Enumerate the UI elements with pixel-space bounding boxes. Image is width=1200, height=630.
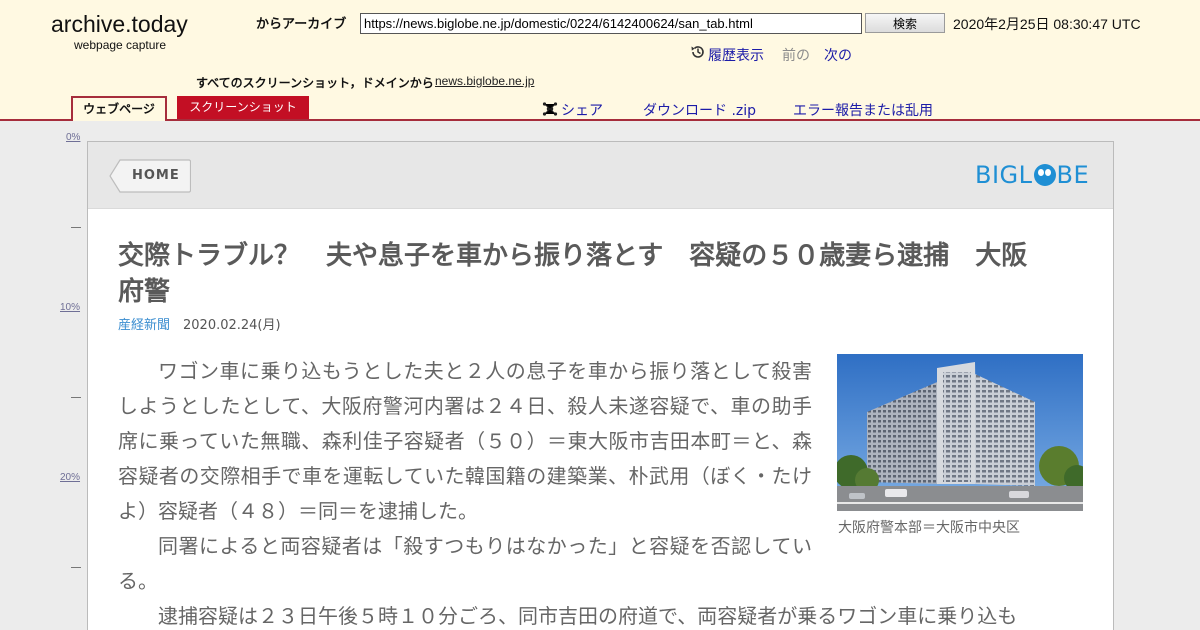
article-date: 2020.02.24(月) xyxy=(183,318,281,333)
report-abuse-link[interactable]: エラー報告または乱用 xyxy=(793,100,933,120)
ruler-label-0[interactable]: 0% xyxy=(66,132,80,143)
ruler-label-10[interactable]: 10% xyxy=(60,302,80,313)
ruler-tick xyxy=(71,567,81,568)
article-title: 交際トラブル？ 夫や息子を車から振り落とす 容疑の５０歳妻ら逮捕 大阪府警 xyxy=(118,241,1028,307)
article-source-link[interactable]: 産経新聞 xyxy=(118,314,170,333)
archive-header: archive.today webpage capture からアーカイブ 検索… xyxy=(0,0,1200,121)
capture-datetime: 2020年2月25日 08:30:47 UTC xyxy=(953,16,1141,32)
all-screenshots-label: すべてのスクリーンショット，ドメインから xyxy=(196,76,434,90)
share-icon[interactable] xyxy=(542,101,558,117)
biglobe-logo[interactable]: BIGL BE xyxy=(975,161,1089,189)
history-icon[interactable] xyxy=(690,44,706,60)
photo-caption: 大阪府警本部＝大阪市中央区 xyxy=(838,520,1020,536)
search-button[interactable]: 検索 xyxy=(865,13,945,33)
archive-logo[interactable]: archive.today xyxy=(51,11,188,38)
biglobe-logo-text-right: BE xyxy=(1056,161,1090,189)
download-zip-link[interactable]: ダウンロード .zip xyxy=(643,100,756,120)
archive-from-label: からアーカイブ xyxy=(256,17,347,32)
article-photo[interactable] xyxy=(837,354,1083,511)
article-paragraph: 同署によると両容疑者は「殺すつもりはなかった」と容疑を否認している。 xyxy=(118,534,812,593)
biglobe-logo-text-left: BIGL xyxy=(975,161,1033,189)
site-header: HOME BIGL BE xyxy=(88,142,1113,209)
archive-logo-subtitle: webpage capture xyxy=(74,38,167,52)
prev-capture-label: 前の xyxy=(782,48,810,64)
url-input[interactable] xyxy=(360,13,862,34)
ruler-tick xyxy=(71,397,81,398)
ruler-tick xyxy=(71,227,81,228)
biglobe-mascot-icon xyxy=(1033,164,1056,186)
home-label: HOME xyxy=(132,168,180,183)
next-capture-link[interactable]: 次の xyxy=(824,45,852,65)
archived-page: HOME BIGL BE 交際トラブル？ 夫や息子を車から振り落とす 容疑の５０歳… xyxy=(87,141,1114,630)
article-body: ワゴン車に乗り込もうとした夫と２人の息子を車から振り落として殺害しようとしたとし… xyxy=(118,354,1017,630)
tab-screenshot[interactable]: スクリーンショット xyxy=(177,96,309,119)
history-link[interactable]: 履歴表示 xyxy=(708,45,764,65)
article-paragraph: ワゴン車に乗り込もうとした夫と２人の息子を車から振り落として殺害しようとしたとし… xyxy=(118,359,812,523)
article-paragraph: 逮捕容疑は２３日午後５時１０分ごろ、同市吉田の府道で、両容疑者が乗るワゴン車に乗… xyxy=(158,604,1018,628)
share-link[interactable]: シェア xyxy=(561,100,603,120)
ruler-label-20[interactable]: 20% xyxy=(60,472,80,483)
tab-webpage[interactable]: ウェブページ xyxy=(71,96,167,121)
domain-link[interactable]: news.biglobe.ne.jp xyxy=(435,74,534,88)
